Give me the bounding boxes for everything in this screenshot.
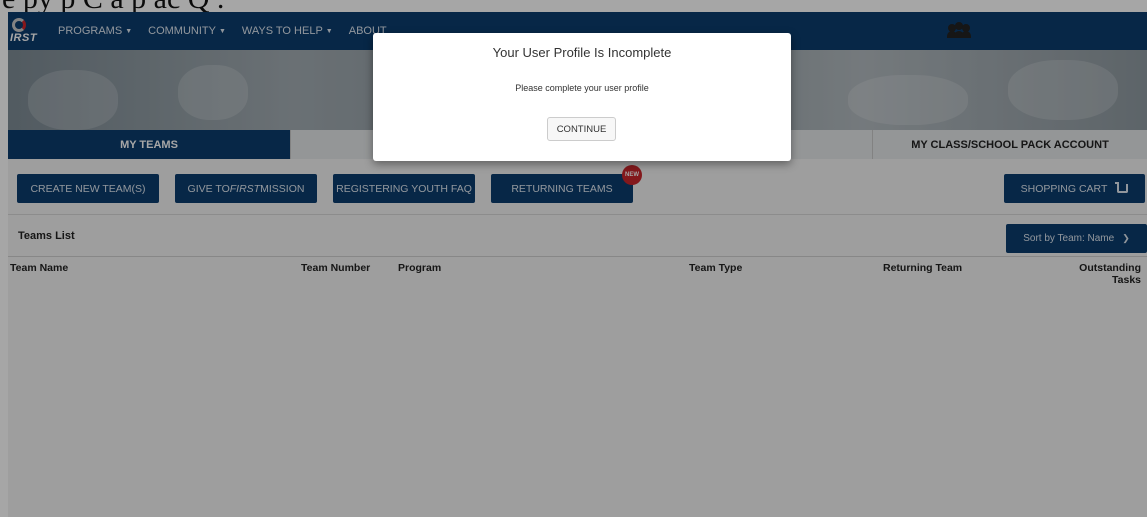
modal-layer: Your User Profile Is Incomplete Please c… — [0, 0, 1147, 517]
continue-button[interactable]: CONTINUE — [547, 117, 616, 141]
incomplete-profile-dialog: Your User Profile Is Incomplete Please c… — [373, 33, 791, 161]
modal-title: Your User Profile Is Incomplete — [492, 45, 672, 60]
continue-label: CONTINUE — [556, 123, 607, 135]
modal-body: Please complete your user profile — [515, 83, 649, 93]
